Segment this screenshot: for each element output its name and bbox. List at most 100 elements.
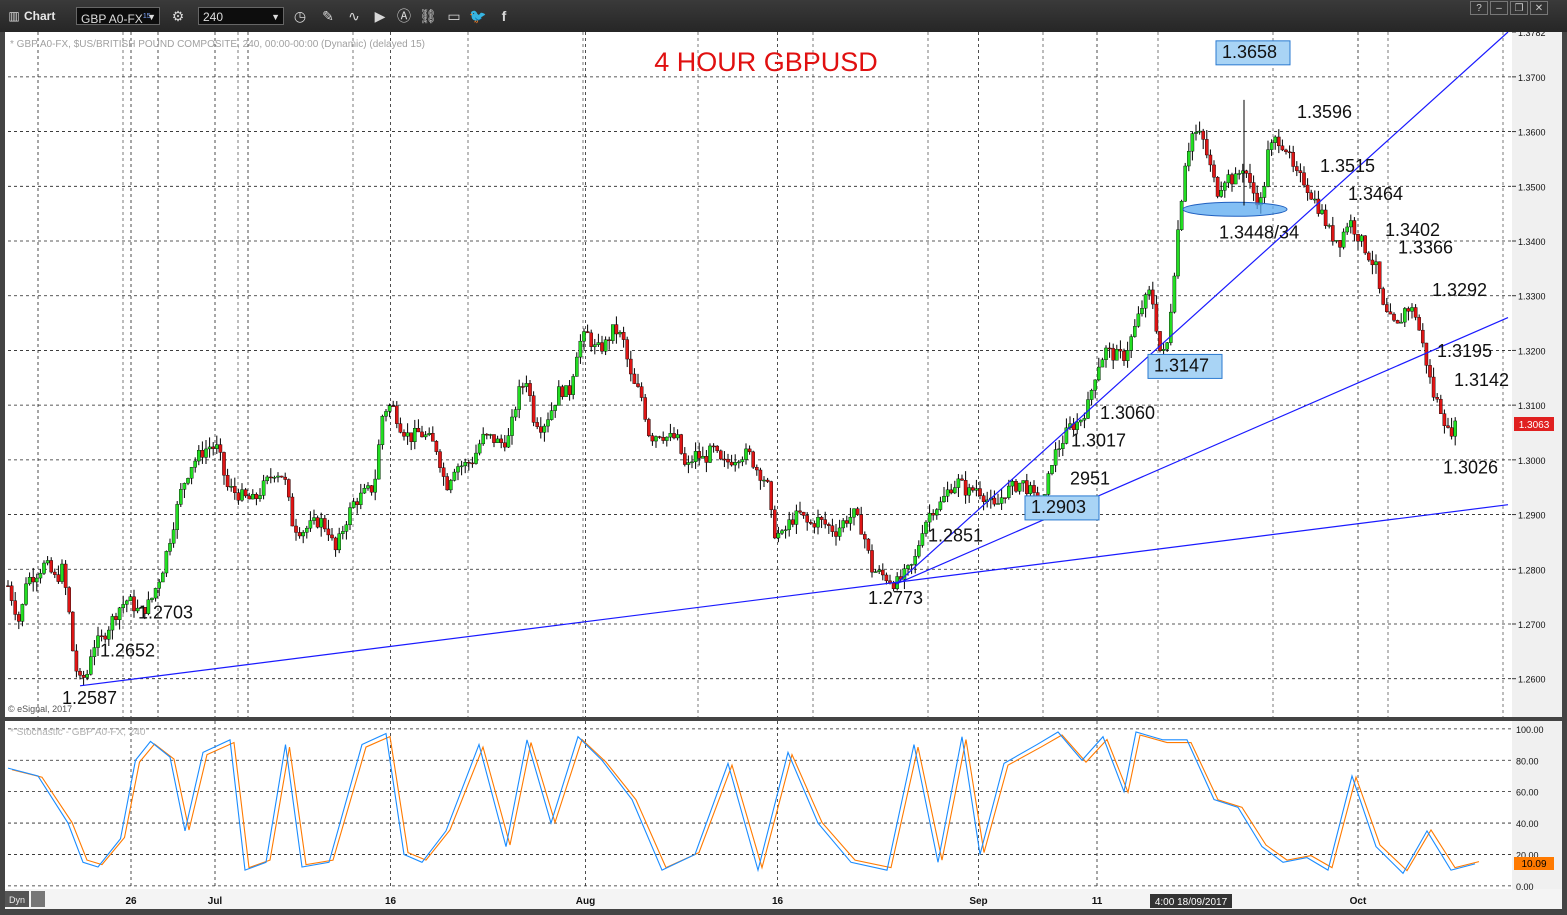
candle-body xyxy=(560,386,565,397)
symbol-value: GBP A0-FX xyxy=(81,12,143,26)
candle-body xyxy=(1312,198,1317,201)
candle-body xyxy=(427,433,432,435)
x-axis-background xyxy=(5,889,1562,909)
time-tick-label: Sep xyxy=(969,896,987,907)
candle-body xyxy=(1107,347,1112,350)
candle-body xyxy=(362,488,367,494)
candle-body xyxy=(553,405,557,411)
candle-body xyxy=(503,442,507,448)
candle-body xyxy=(1438,398,1443,414)
candle-body xyxy=(762,479,766,482)
clock-icon[interactable]: ◷ xyxy=(290,6,310,26)
candle-body xyxy=(1028,485,1033,494)
candle-body xyxy=(279,475,284,478)
candle-body xyxy=(1017,482,1022,492)
candle-body xyxy=(402,432,406,437)
candle-body xyxy=(733,462,737,466)
candle-body xyxy=(668,433,673,438)
candle-body xyxy=(182,483,187,490)
candle-body xyxy=(585,331,590,334)
candle-body xyxy=(1129,336,1133,351)
candle-body xyxy=(812,523,817,528)
candle-body xyxy=(1176,229,1180,277)
comment-icon[interactable]: ▭ xyxy=(444,6,464,26)
candle-body xyxy=(506,435,511,448)
stochastic-tick-label: 0.00 xyxy=(1516,882,1534,892)
candle-body xyxy=(1003,497,1007,499)
price-tick-label: 1.3100 xyxy=(1518,401,1546,411)
cursor-date-label: 4:00 18/09/2017 xyxy=(1155,897,1228,908)
candle-body xyxy=(344,524,349,532)
candle-body xyxy=(121,604,125,609)
candle-body xyxy=(463,462,468,467)
candle-body xyxy=(531,395,536,423)
candle-body xyxy=(974,488,979,491)
candle-body xyxy=(1420,329,1425,344)
candle-body xyxy=(1269,142,1274,150)
candle-body xyxy=(1359,235,1364,242)
candle-body xyxy=(960,478,964,481)
candle-body xyxy=(726,458,730,463)
candle-body xyxy=(1089,390,1094,400)
price-annotation-label: 1.2903 xyxy=(1031,497,1086,517)
scroll-right-button[interactable] xyxy=(31,891,45,907)
twitter-icon[interactable]: 🐦 xyxy=(468,6,488,26)
candle-body xyxy=(456,466,460,473)
candle-body xyxy=(225,475,230,488)
price-tick-label: 1.2700 xyxy=(1518,620,1546,630)
candle-body xyxy=(178,489,183,505)
candle-body xyxy=(366,485,370,489)
restore-button[interactable]: ❐ xyxy=(1510,1,1528,15)
candle-body xyxy=(521,386,525,388)
candle-body xyxy=(171,529,176,544)
candle-body xyxy=(1388,311,1393,315)
candle-body xyxy=(269,476,273,479)
candle-body xyxy=(452,471,457,481)
candle-body xyxy=(438,451,442,468)
candle-body xyxy=(1204,139,1209,156)
candle-body xyxy=(751,451,755,468)
candle-body xyxy=(27,577,32,585)
candle-body xyxy=(1262,186,1267,198)
close-button[interactable]: ✕ xyxy=(1530,1,1548,15)
help-button[interactable]: ? xyxy=(1470,1,1488,15)
price-tick-label: 1.2900 xyxy=(1518,511,1546,521)
candle-body xyxy=(196,450,201,462)
candle-body xyxy=(153,588,158,599)
candle-body xyxy=(1201,130,1205,140)
play-icon[interactable]: ▶ xyxy=(370,6,390,26)
candle-body xyxy=(1392,313,1396,321)
symbol-input[interactable]: GBP A0-FX15 ▼ xyxy=(76,7,160,26)
candle-body xyxy=(1291,152,1295,167)
candle-body xyxy=(629,358,633,375)
chevron-down-icon[interactable]: ▼ xyxy=(147,8,156,26)
price-annotation-label: 1.3515 xyxy=(1320,156,1375,176)
candle-body xyxy=(935,509,939,516)
chart-area[interactable]: 26 Jul 16 Aug 16 Sep 11 Oct 1.3782 1.3700 1.3600 1… xyxy=(0,32,1567,915)
pencil-icon[interactable]: ✎ xyxy=(318,6,338,26)
candle-body xyxy=(1190,133,1195,152)
candle-body xyxy=(283,476,288,480)
candle-body xyxy=(1021,480,1025,484)
candle-body xyxy=(773,509,777,539)
candle-body xyxy=(13,600,18,615)
minimize-button[interactable]: – xyxy=(1490,1,1508,15)
interval-input[interactable]: 240 ▼ xyxy=(198,7,284,25)
candle-body xyxy=(477,443,482,454)
credit-label: © eSignal, 2017 xyxy=(8,704,72,714)
candle-body xyxy=(1406,308,1411,312)
candle-body xyxy=(1302,172,1306,186)
candle-body xyxy=(1294,166,1299,171)
curve-icon[interactable]: ∿ xyxy=(344,6,364,26)
chevron-down-icon[interactable]: ▼ xyxy=(271,8,280,26)
facebook-icon[interactable]: f xyxy=(494,6,514,26)
settings-icon[interactable]: ⚙ xyxy=(168,6,188,26)
candle-body xyxy=(852,508,856,518)
candle-body xyxy=(848,516,853,524)
candle-body xyxy=(1219,190,1223,197)
price-tick-label: 1.3400 xyxy=(1518,237,1546,247)
candle-body xyxy=(211,446,216,449)
alert-icon[interactable]: Ⓐ xyxy=(394,6,414,26)
candle-body xyxy=(1122,350,1126,361)
link-icon[interactable]: ⛓ xyxy=(418,6,438,26)
